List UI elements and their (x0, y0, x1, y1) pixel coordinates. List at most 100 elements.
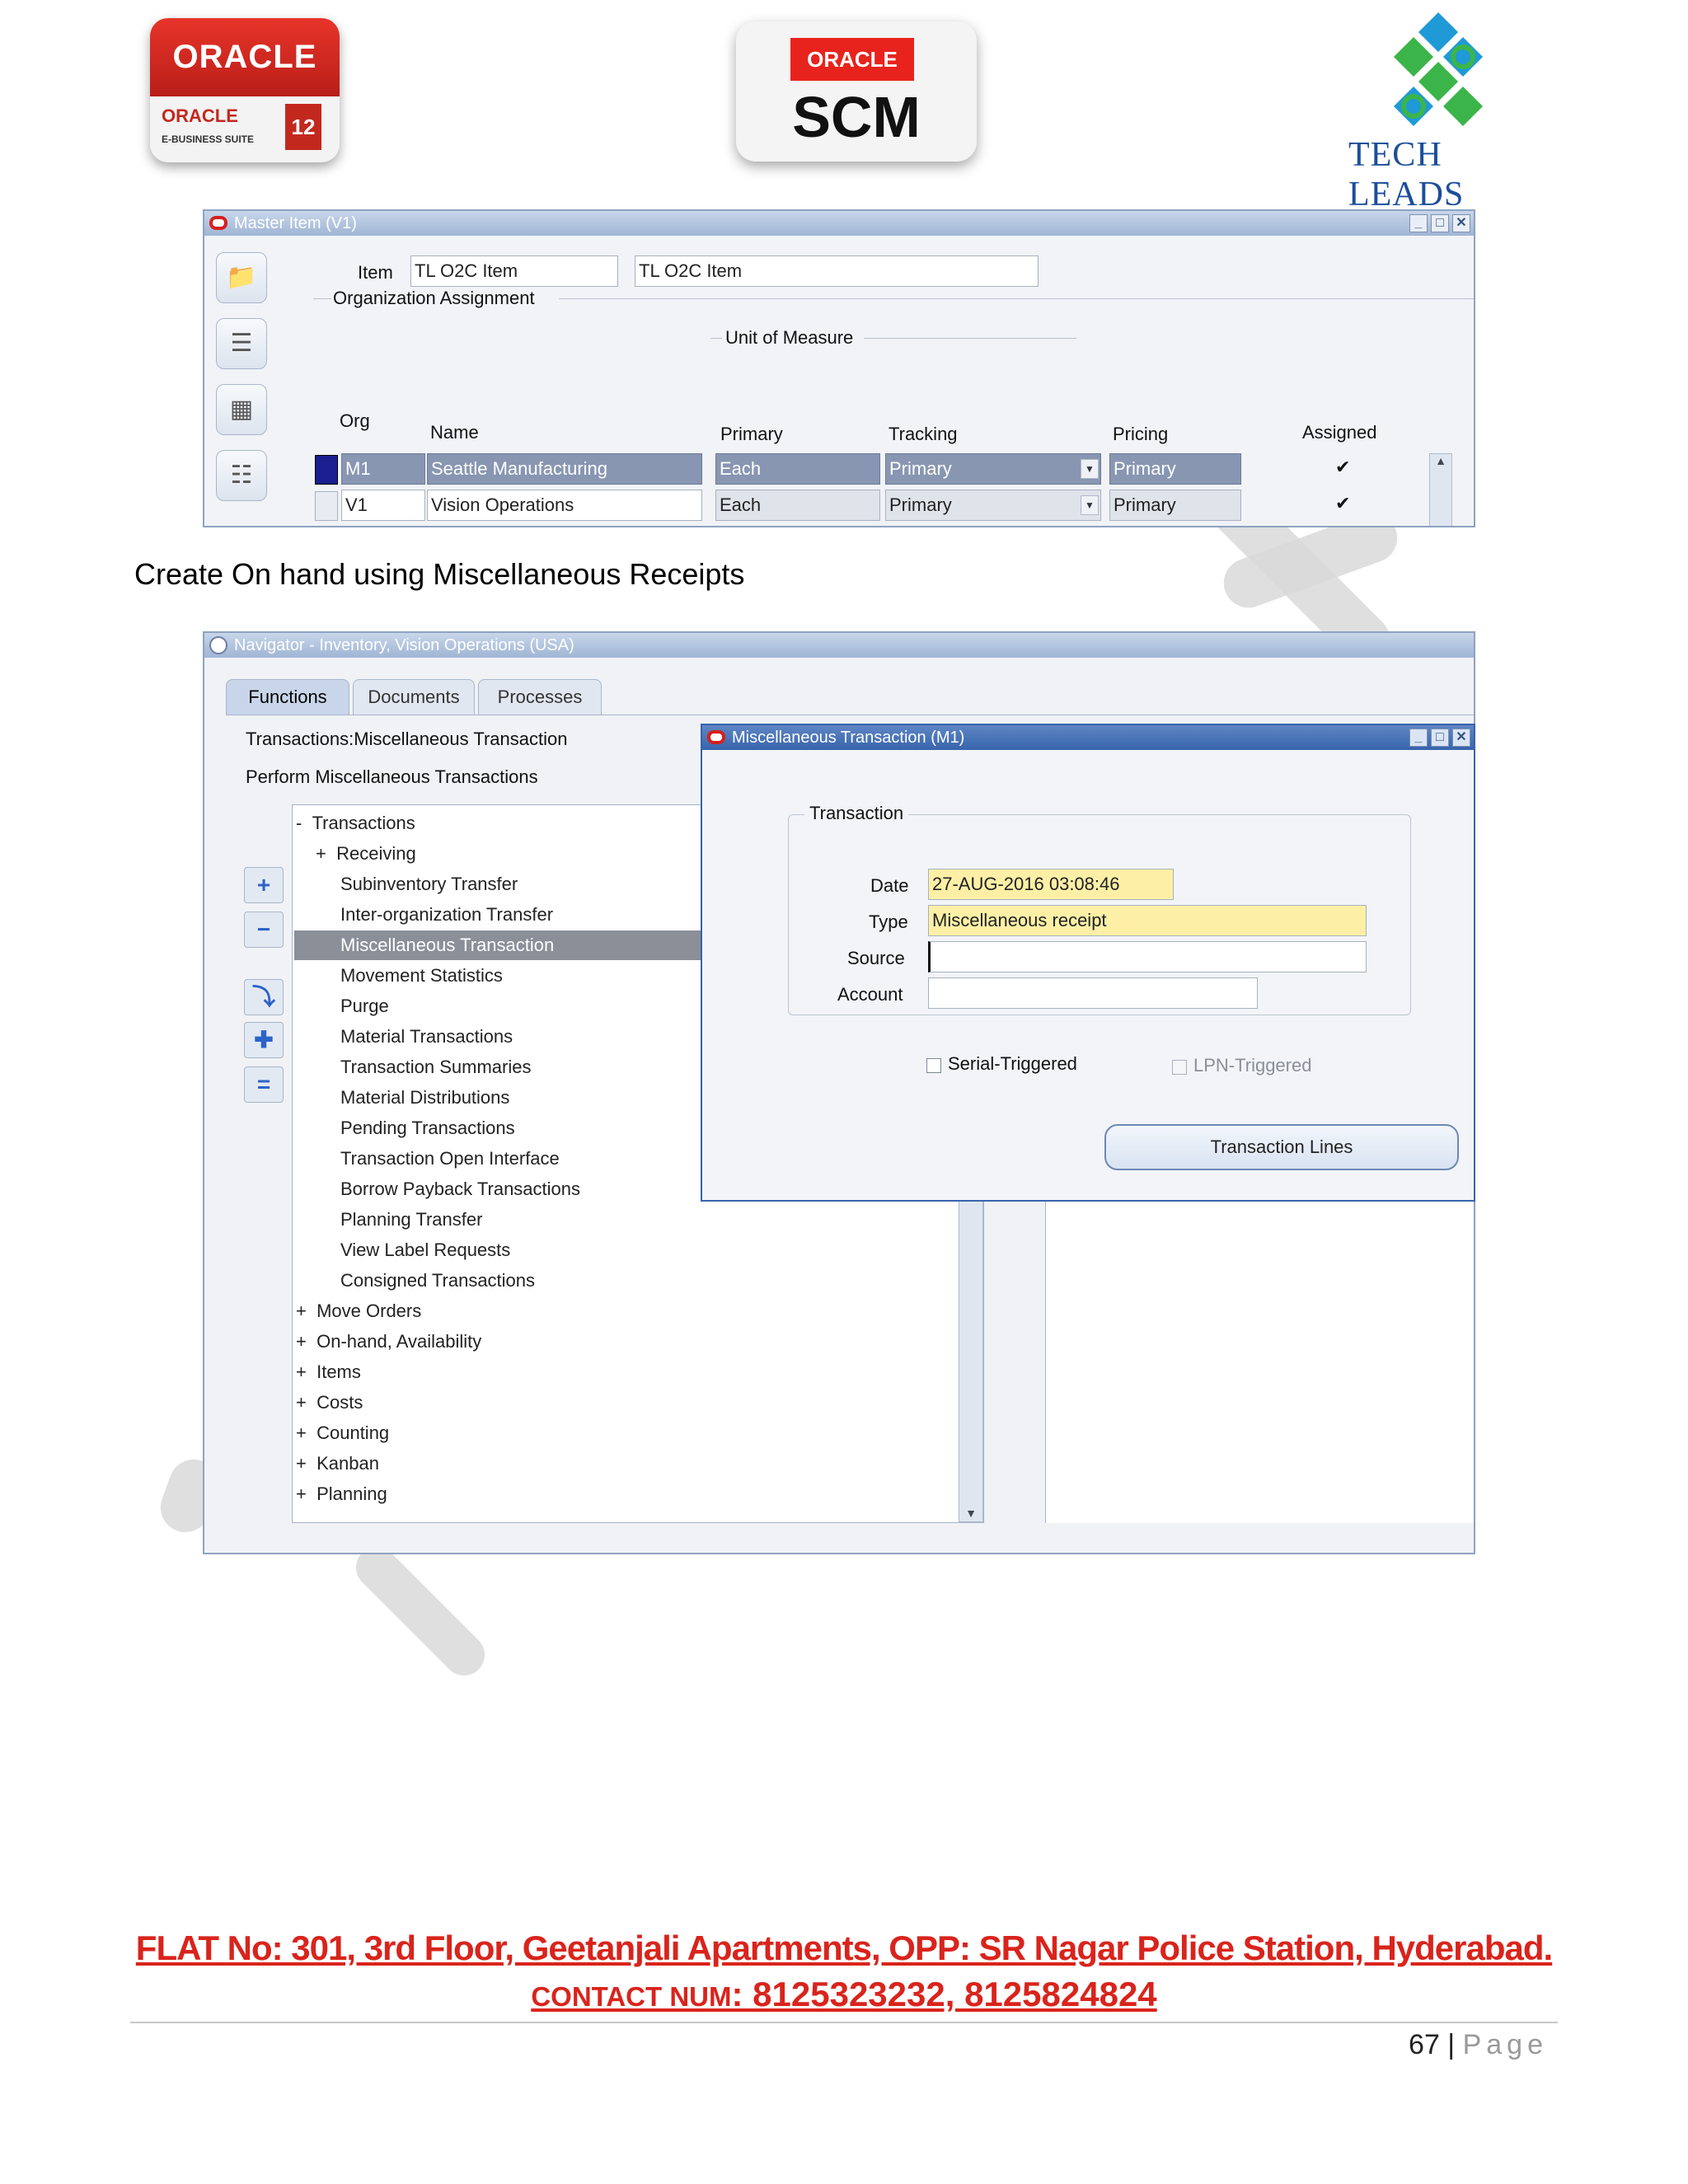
minimize-icon[interactable]: _ (1409, 729, 1428, 747)
row1-org[interactable]: M1 (341, 453, 425, 485)
page-number: 67 | Page (1409, 2029, 1548, 2061)
row2-tracking[interactable]: Primary ▼ (885, 490, 1101, 521)
tree-item[interactable]: Inter-organization Transfer (340, 900, 553, 930)
scroll-down-icon[interactable]: ▼ (959, 1507, 982, 1520)
item-description-field[interactable]: TL O2C Item (635, 255, 1039, 287)
misc-transaction-titlebar[interactable]: Miscellaneous Transaction (M1) _ □ ✕ (702, 725, 1474, 750)
oracle-window-icon (707, 730, 725, 744)
serial-triggered-checkbox[interactable] (926, 1058, 941, 1073)
tree-item[interactable]: + Move Orders (296, 1296, 421, 1326)
tree-item[interactable]: Pending Transactions (340, 1113, 515, 1143)
tab-documents[interactable]: Documents (353, 679, 475, 715)
row2-name[interactable]: Vision Operations (427, 490, 702, 521)
row2-org[interactable]: V1 (341, 490, 425, 521)
tree-item[interactable]: + Costs (296, 1388, 363, 1418)
tree-item[interactable]: - Transactions (296, 808, 415, 838)
row1-tracking[interactable]: Primary ▼ (885, 453, 1101, 485)
item-list-icon[interactable]: ☷ (216, 450, 267, 501)
close-icon[interactable]: ✕ (1452, 214, 1470, 232)
oracle-ebs-version: 12 (285, 104, 321, 150)
maximize-icon[interactable]: □ (1431, 729, 1449, 747)
collapse-icon[interactable]: − (244, 912, 284, 948)
row1-pricing[interactable]: Primary (1109, 453, 1241, 485)
row1-assigned-checkbox[interactable]: ✔ (1335, 458, 1350, 476)
uom-line-left (710, 338, 722, 339)
col-assigned: Assigned (1302, 422, 1377, 443)
tree-item[interactable]: + On-hand, Availability (296, 1327, 481, 1357)
oracle-ebs-suite: E-BUSINESS SUITE (162, 134, 255, 145)
tree-item[interactable]: Subinventory Transfer (340, 869, 518, 899)
col-primary: Primary (720, 424, 783, 444)
date-field[interactable]: 27-AUG-2016 03:08:46 (928, 869, 1174, 900)
row2-indicator[interactable] (315, 491, 338, 521)
row-current-indicator[interactable] (315, 455, 338, 485)
page-separator: | (1439, 2029, 1463, 2060)
tab-functions[interactable]: Functions (226, 679, 349, 715)
tree-item[interactable]: Transaction Summaries (340, 1052, 531, 1082)
master-item-title: Master Item (V1) (234, 214, 357, 232)
tech-leads-diamond-icon (1393, 12, 1484, 127)
page-number-value: 67 (1409, 2029, 1440, 2060)
row2-pricing[interactable]: Primary (1109, 490, 1241, 521)
item-attributes-icon[interactable]: ▦ (216, 384, 267, 435)
tree-item[interactable]: Movement Statistics (340, 961, 503, 991)
oracle-scm-logo: ORACLE SCM (736, 21, 977, 162)
minimize-icon[interactable]: _ (1409, 214, 1428, 232)
tree-item[interactable]: Transaction Open Interface (340, 1144, 560, 1174)
type-label: Type (869, 912, 908, 932)
collapse-all-icon[interactable]: = (244, 1066, 284, 1103)
tree-item[interactable]: View Label Requests (340, 1235, 510, 1265)
expand-branch-icon[interactable]: ⤵ (244, 979, 284, 1015)
account-label: Account (837, 984, 903, 1005)
lpn-triggered-checkbox (1172, 1060, 1187, 1075)
footer-divider (130, 2022, 1558, 2023)
tree-item[interactable]: Borrow Payback Transactions (340, 1174, 580, 1204)
row2-assigned-checkbox[interactable]: ✔ (1335, 494, 1350, 513)
tree-item-selected[interactable]: Miscellaneous Transaction (294, 930, 706, 960)
tree-item[interactable]: + Counting (296, 1418, 389, 1448)
transaction-lines-button[interactable]: Transaction Lines (1104, 1124, 1459, 1170)
oracle-ebs-brand: ORACLE (150, 18, 340, 96)
type-field[interactable]: Miscellaneous receipt (928, 905, 1367, 936)
misc-transaction-window: Miscellaneous Transaction (M1) _ □ ✕ Tra… (701, 724, 1475, 1202)
item-field[interactable]: TL O2C Item (410, 255, 618, 287)
tree-item[interactable]: Consigned Transactions (340, 1266, 535, 1296)
chevron-down-icon[interactable]: ▼ (1081, 495, 1099, 515)
tree-item[interactable]: + Receiving (316, 839, 416, 869)
maximize-icon[interactable]: □ (1431, 214, 1449, 232)
folder-icon[interactable]: 📁 (216, 252, 267, 303)
tree-item[interactable]: + Items (296, 1357, 361, 1387)
master-item-scrollbar[interactable]: ▲ (1429, 453, 1452, 526)
row2-primary[interactable]: Each (715, 490, 880, 521)
page-word: Page (1462, 2029, 1548, 2060)
navigator-app-icon (209, 636, 227, 654)
tree-item[interactable]: Material Distributions (340, 1083, 509, 1113)
navigator-path-line2: Perform Miscellaneous Transactions (246, 766, 538, 787)
expand-icon[interactable]: + (244, 867, 284, 903)
navigator-titlebar[interactable]: Navigator - Inventory, Vision Operations… (204, 633, 1474, 658)
list-icon[interactable]: ☰ (216, 318, 267, 369)
org-assignment-line-left (313, 298, 331, 299)
tree-item[interactable]: Purge (340, 991, 389, 1021)
row1-name[interactable]: Seattle Manufacturing (427, 453, 702, 485)
col-org: Org (340, 410, 370, 431)
close-icon[interactable]: ✕ (1452, 729, 1470, 747)
master-item-titlebar[interactable]: Master Item (V1) _ □ ✕ (204, 211, 1474, 236)
chevron-down-icon[interactable]: ▼ (1081, 459, 1099, 479)
expand-all-icon[interactable]: ✚ (244, 1022, 284, 1058)
tree-item[interactable]: + Kanban (296, 1449, 379, 1479)
oracle-ebs-logo: ORACLE ORACLE E-BUSINESS SUITE 12 (150, 18, 340, 162)
row1-primary[interactable]: Each (715, 453, 880, 485)
scroll-up-icon[interactable]: ▲ (1430, 454, 1451, 467)
tree-item[interactable]: Material Transactions (340, 1022, 513, 1052)
row2-tracking-value: Primary (889, 494, 952, 515)
tree-item[interactable]: + Planning (296, 1479, 387, 1509)
navigator-title: Navigator - Inventory, Vision Operations… (234, 636, 574, 654)
tab-processes[interactable]: Processes (478, 679, 602, 715)
source-field[interactable] (928, 941, 1367, 972)
tech-leads-name: TECH LEADS (1348, 136, 1465, 213)
item-label: Item (358, 262, 393, 283)
col-tracking: Tracking (889, 424, 958, 444)
account-field[interactable] (928, 977, 1258, 1009)
tree-item[interactable]: Planning Transfer (340, 1205, 482, 1235)
